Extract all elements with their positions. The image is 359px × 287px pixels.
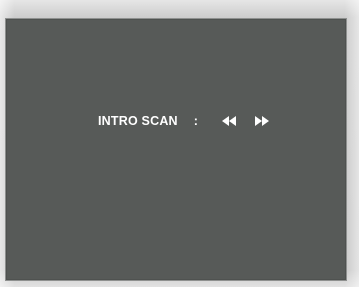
- fast-forward-button[interactable]: [253, 114, 271, 128]
- rewind-button[interactable]: [220, 114, 238, 128]
- fast-forward-icon: [255, 116, 270, 126]
- intro-scan-label: INTRO SCAN: [98, 114, 178, 128]
- separator-colon: :: [193, 114, 199, 128]
- rewind-icon: [222, 116, 237, 126]
- intro-scan-row: INTRO SCAN :: [98, 112, 271, 130]
- osd-screen: INTRO SCAN :: [6, 19, 346, 280]
